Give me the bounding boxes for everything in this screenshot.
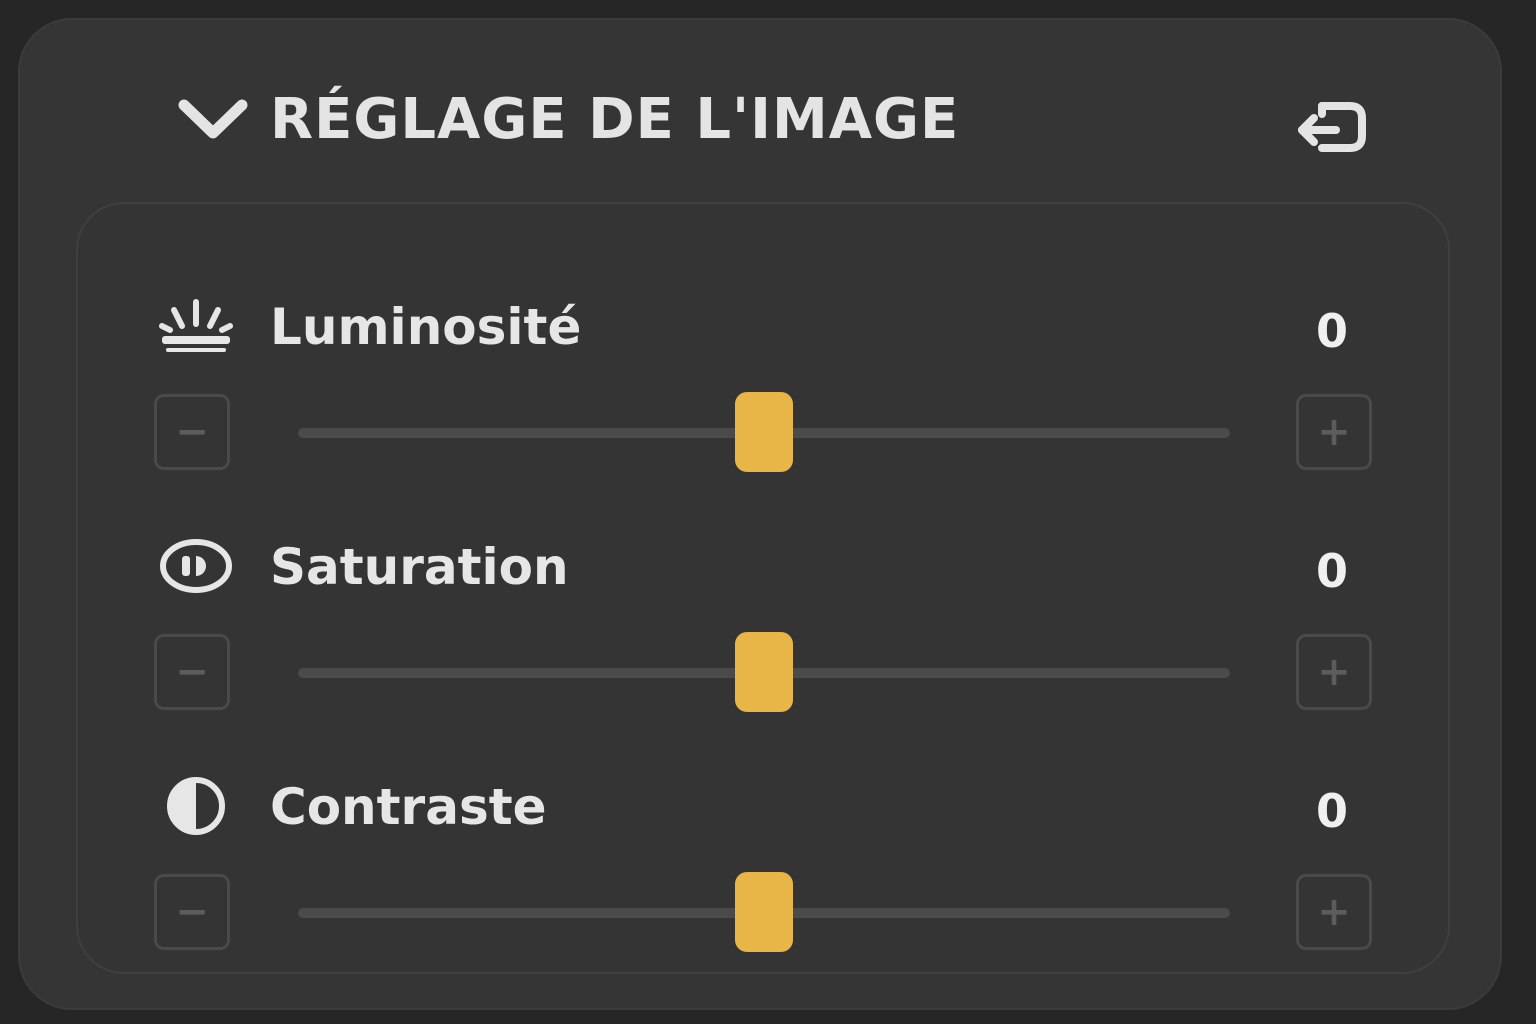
saturation-icon	[156, 526, 236, 606]
minus-icon: −	[175, 889, 209, 935]
saturation-increase-button[interactable]: +	[1296, 634, 1372, 710]
brightness-slider-thumb[interactable]	[735, 392, 793, 472]
contrast-value: 0	[1315, 784, 1348, 838]
contrast-slider-track[interactable]	[298, 872, 1230, 952]
chevron-down-icon	[178, 99, 248, 139]
minus-icon: −	[175, 409, 209, 455]
brightness-label: Luminosité	[270, 298, 582, 356]
plus-icon: +	[1317, 409, 1351, 455]
contrast-decrease-button[interactable]: −	[154, 874, 230, 950]
controls-group: Luminosité 0 − + Saturation 0 − + Contra…	[76, 202, 1450, 974]
saturation-control: Saturation 0 − +	[78, 492, 1448, 712]
collapse-toggle[interactable]	[168, 80, 258, 160]
saturation-decrease-button[interactable]: −	[154, 634, 230, 710]
saturation-label: Saturation	[270, 538, 569, 596]
contrast-increase-button[interactable]: +	[1296, 874, 1372, 950]
contrast-icon	[156, 766, 236, 846]
plus-icon: +	[1317, 649, 1351, 695]
panel-header: RÉGLAGE DE L'IMAGE	[18, 18, 1502, 198]
reset-button[interactable]	[1286, 84, 1376, 170]
reset-icon	[1298, 102, 1366, 152]
panel-title: RÉGLAGE DE L'IMAGE	[270, 87, 960, 152]
image-adjustment-panel: RÉGLAGE DE L'IMAGE Luminosité 0 − + Satu…	[18, 18, 1502, 1010]
minus-icon: −	[175, 649, 209, 695]
contrast-slider-thumb[interactable]	[735, 872, 793, 952]
brightness-slider-track[interactable]	[298, 392, 1230, 472]
contrast-label: Contraste	[270, 778, 547, 836]
brightness-control: Luminosité 0 − +	[78, 252, 1448, 472]
brightness-icon	[156, 286, 236, 366]
saturation-slider-track[interactable]	[298, 632, 1230, 712]
brightness-increase-button[interactable]: +	[1296, 394, 1372, 470]
saturation-slider-thumb[interactable]	[735, 632, 793, 712]
brightness-value: 0	[1315, 304, 1348, 358]
brightness-decrease-button[interactable]: −	[154, 394, 230, 470]
saturation-value: 0	[1315, 544, 1348, 598]
contrast-control: Contraste 0 − +	[78, 732, 1448, 952]
plus-icon: +	[1317, 889, 1351, 935]
